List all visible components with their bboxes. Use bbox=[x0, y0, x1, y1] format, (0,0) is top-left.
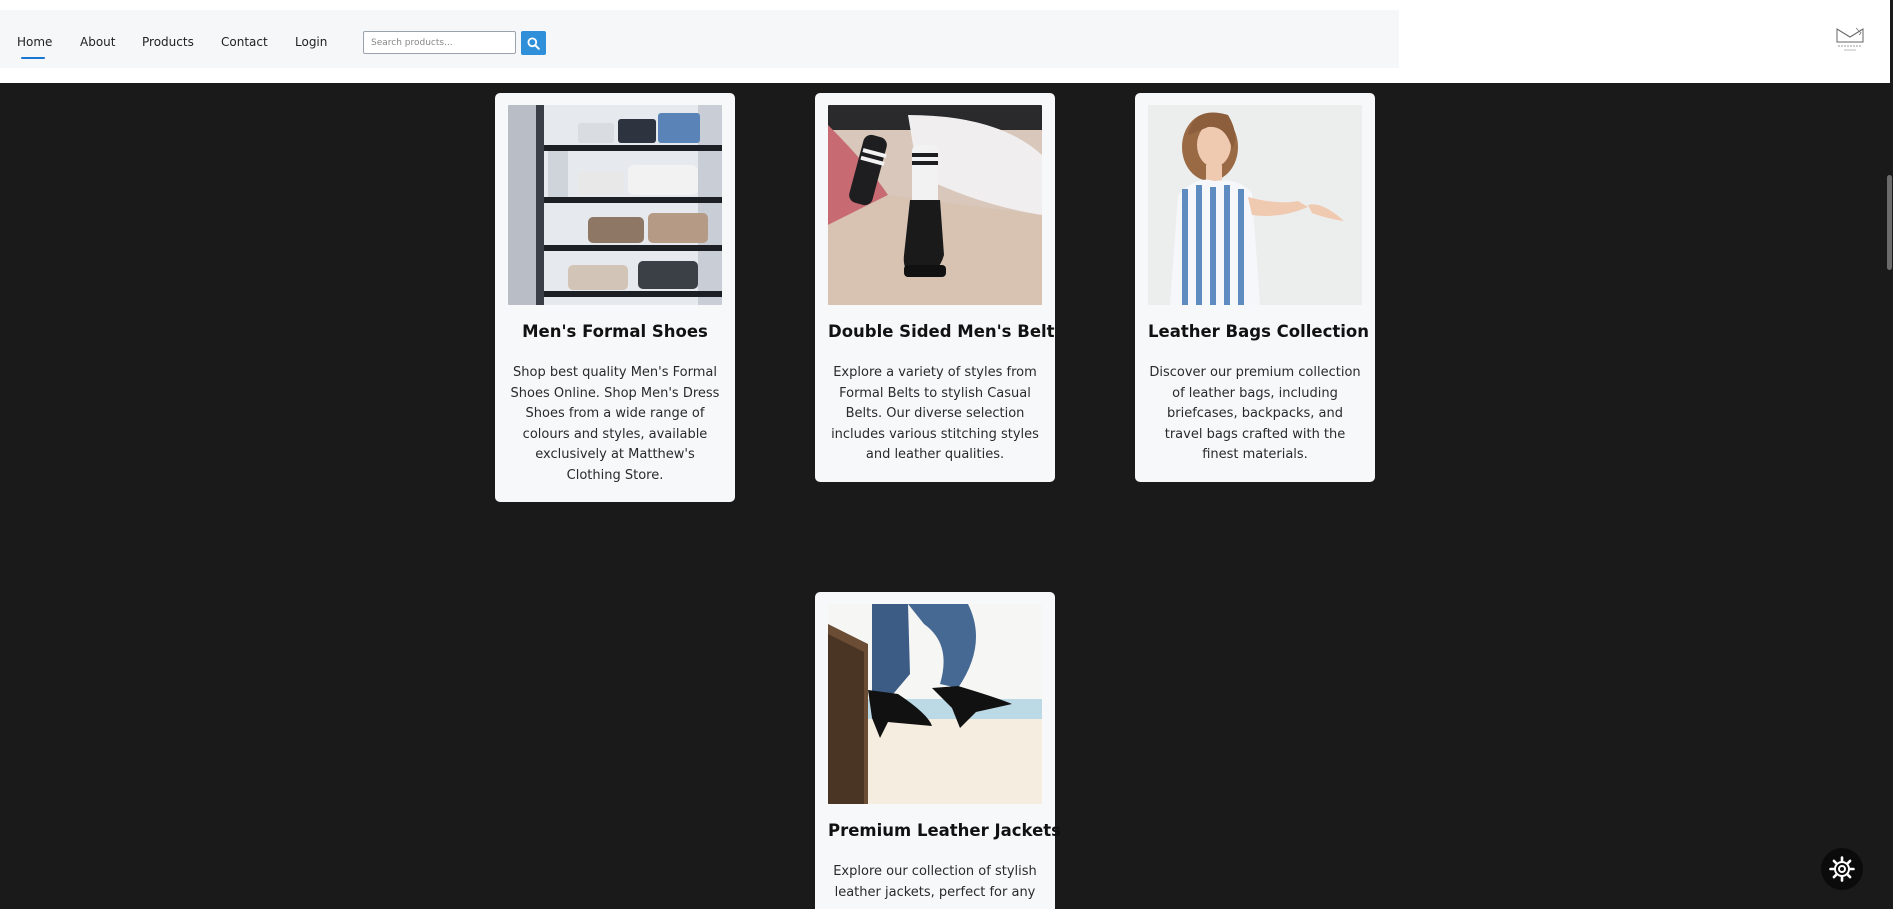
product-title[interactable]: Men's Formal Shoes bbox=[508, 321, 722, 343]
product-description: Explore a variety of styles from Formal … bbox=[831, 365, 1039, 462]
product-card[interactable]: Men's Formal Shoes Shop best quality Men… bbox=[495, 93, 735, 502]
nav-active-indicator bbox=[21, 57, 45, 59]
gear-icon bbox=[1829, 856, 1855, 882]
site-header: Home About Products Contact Login bbox=[0, 0, 1890, 83]
nav-login[interactable]: Login bbox=[295, 35, 327, 49]
product-title[interactable]: Double Sided Men's Belt bbox=[828, 321, 1055, 343]
product-card[interactable]: Double Sided Men's Belt Explore a variet… bbox=[815, 93, 1055, 482]
product-description: Explore our collection of stylish leathe… bbox=[833, 864, 1037, 900]
nav-about[interactable]: About bbox=[80, 35, 115, 49]
store-logo[interactable] bbox=[1834, 26, 1866, 54]
clothing-shelves-photo bbox=[508, 105, 722, 305]
nav-contact[interactable]: Contact bbox=[221, 35, 268, 49]
product-description: Shop best quality Men's Formal Shoes Onl… bbox=[510, 365, 720, 483]
woman-striped-dress-photo bbox=[1148, 105, 1362, 305]
navigation-bar bbox=[0, 10, 1399, 68]
product-card[interactable]: Premium Leather Jackets Explore our coll… bbox=[815, 592, 1061, 909]
page: Home About Products Contact Login Search… bbox=[0, 0, 1893, 909]
nav-products[interactable]: Products bbox=[142, 35, 194, 49]
search-button[interactable] bbox=[521, 31, 546, 55]
nav-home[interactable]: Home bbox=[17, 35, 52, 49]
scrollbar-thumb[interactable] bbox=[1887, 175, 1892, 270]
product-description: Discover our premium collection of leath… bbox=[1149, 365, 1361, 462]
black-heels-photo bbox=[828, 604, 1042, 804]
search-icon bbox=[527, 37, 540, 50]
search-input[interactable] bbox=[363, 31, 516, 54]
product-title[interactable]: Leather Bags Collection bbox=[1148, 321, 1369, 343]
boots-and-socks-photo bbox=[828, 105, 1042, 305]
product-title[interactable]: Premium Leather Jackets bbox=[828, 820, 1061, 842]
settings-button[interactable] bbox=[1821, 848, 1863, 890]
product-card[interactable]: Leather Bags Collection Discover our pre… bbox=[1135, 93, 1375, 482]
